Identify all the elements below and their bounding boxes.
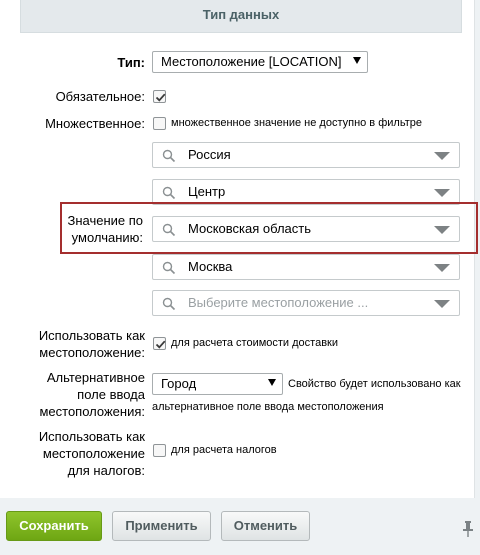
multiple-label: Множественное: (45, 116, 145, 131)
search-icon (162, 149, 176, 163)
tax-location-label-line2: местоположение (42, 446, 145, 461)
tax-location-note: для расчета налогов (171, 444, 277, 456)
location-placeholder: Выберите местоположение ... (188, 295, 369, 310)
location-country-value: Россия (188, 147, 231, 162)
use-as-location-label-line2: местоположение: (39, 345, 145, 360)
cancel-button[interactable]: Отменить (221, 511, 310, 541)
use-as-location-note: для расчета стоимости доставки (171, 337, 338, 349)
required-label: Обязательное: (55, 89, 145, 104)
alt-field-label-line2: поле ввода (77, 387, 145, 402)
type-select[interactable]: Местоположение [LOCATION] (152, 51, 368, 73)
search-icon (162, 297, 176, 311)
dropdown-arrow-icon (353, 57, 361, 64)
dropdown-arrow-icon (434, 264, 450, 272)
checkmark-icon (155, 93, 166, 102)
tax-location-label-line1: Использовать как (38, 429, 145, 444)
location-next-select[interactable]: Выберите местоположение ... (152, 290, 460, 316)
pin-icon[interactable] (462, 520, 474, 538)
dropdown-arrow-icon (434, 189, 450, 197)
alt-field-select-value: Город (161, 376, 197, 391)
alt-field-note-line1: Свойство будет использовано как (288, 378, 461, 390)
alt-field-note-line2: альтернативное поле ввода местоположения (152, 401, 384, 413)
location-city-select[interactable]: Москва (152, 254, 460, 280)
dropdown-arrow-icon (434, 300, 450, 308)
type-select-value: Местоположение [LOCATION] (161, 54, 342, 69)
location-region-value: Центр (188, 184, 226, 199)
save-button[interactable]: Сохранить (6, 511, 102, 541)
dropdown-arrow-icon (268, 379, 276, 386)
apply-button[interactable]: Применить (112, 511, 211, 541)
alt-field-label-line1: Альтернативное (46, 370, 145, 385)
use-as-location-label-line1: Использовать как (38, 328, 145, 343)
multiple-note: множественное значение не доступно в фил… (171, 117, 422, 129)
tax-location-checkbox[interactable] (153, 444, 166, 457)
alt-field-label: Альтернативное поле ввода местоположения… (39, 369, 145, 420)
tax-location-label-line3: для налогов: (67, 463, 145, 478)
multiple-checkbox[interactable] (153, 117, 166, 130)
use-as-location-checkbox[interactable] (153, 337, 166, 350)
search-icon (162, 186, 176, 200)
section-header: Тип данных (20, 0, 462, 33)
search-icon (162, 261, 176, 275)
checkmark-icon (155, 340, 166, 349)
alt-field-select[interactable]: Город (152, 373, 283, 395)
use-as-location-label: Использовать как местоположение: (39, 327, 145, 361)
dropdown-arrow-icon (434, 152, 450, 160)
location-country-select[interactable]: Россия (152, 142, 460, 168)
highlight-frame (60, 202, 478, 254)
location-city-value: Москва (188, 259, 233, 274)
type-label: Тип: (117, 55, 145, 70)
required-checkbox[interactable] (153, 90, 166, 103)
alt-field-label-line3: местоположения: (39, 404, 145, 419)
tax-location-label: Использовать как местоположение для нало… (39, 428, 145, 479)
